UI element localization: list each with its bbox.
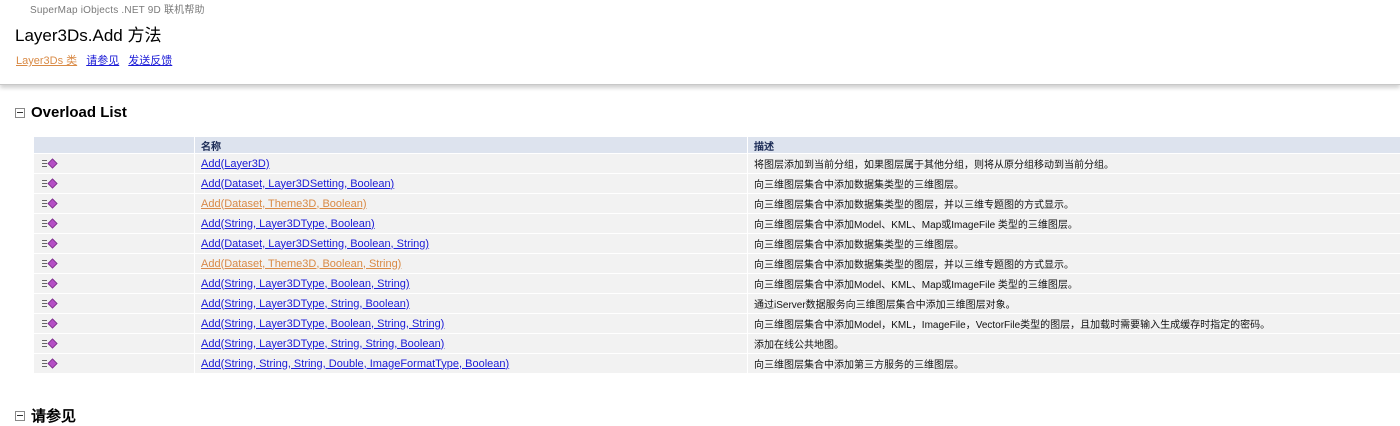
method-link[interactable]: Add(String, Layer3DType, String, String,… [201,338,444,350]
table-row: Add(Dataset, Layer3DSetting, Boolean) 向三维… [34,174,1400,193]
overload-table: 名称 描述 Add(Layer3D) 将图层添加到当前分组，如果图层属于其他分组，… [33,136,1400,374]
method-name-cell: Add(String, Layer3DType, Boolean, String… [195,314,747,333]
table-row: Add(String, Layer3DType, String, Boolean… [34,294,1400,313]
method-name-cell: Add(String, Layer3DType, String, Boolean… [195,294,747,313]
page-header: SuperMap iObjects .NET 9D 联机帮助 Layer3Ds.… [0,0,1400,85]
method-description: 向三维图层集合中添加数据集类型的三维图层。 [748,174,1400,193]
method-description: 向三维图层集合中添加第三方服务的三维图层。 [748,354,1400,373]
method-description: 向三维图层集合中添加数据集类型的图层，并以三维专题图的方式显示。 [748,194,1400,213]
method-link[interactable]: Add(String, String, String, Double, Imag… [201,358,509,370]
table-row: Add(Dataset, Theme3D, Boolean) 向三维图层集合中添加… [34,194,1400,213]
method-link[interactable]: Add(String, Layer3DType, Boolean) [201,218,375,230]
class-link[interactable]: Layer3Ds 类 [16,55,77,67]
method-description: 通过iServer数据服务向三维图层集合中添加三维图层对象。 [748,294,1400,313]
public-method-icon [42,298,58,309]
method-description: 添加在线公共地图。 [748,334,1400,353]
table-row: Add(Dataset, Layer3DSetting, Boolean, St… [34,234,1400,253]
name-column-header: 名称 [195,137,747,153]
collapse-icon[interactable] [15,107,25,118]
icon-column-header [34,137,194,153]
table-row: Add(String, Layer3DType, Boolean, String… [34,314,1400,333]
public-method-icon [42,358,58,369]
row-icon-cell [34,154,194,173]
row-icon-cell [34,194,194,213]
collapse-icon[interactable] [15,410,25,421]
method-link[interactable]: Add(Dataset, Theme3D, Boolean) [201,198,367,210]
method-description: 将图层添加到当前分组，如果图层属于其他分组，则将从原分组移动到当前分组。 [748,154,1400,173]
public-method-icon [42,258,58,269]
table-row: Add(Dataset, Theme3D, Boolean, String) 向三… [34,254,1400,273]
public-method-icon [42,178,58,189]
method-link[interactable]: Add(String, Layer3DType, Boolean, String… [201,278,410,290]
table-row: Add(String, Layer3DType, Boolean, String… [34,274,1400,293]
send-feedback-link[interactable]: 发送反馈 [128,55,172,67]
method-description: 向三维图层集合中添加数据集类型的图层，并以三维专题图的方式显示。 [748,254,1400,273]
overload-section-heading[interactable]: Overload List [15,104,127,121]
public-method-icon [42,198,58,209]
method-link[interactable]: Add(String, Layer3DType, Boolean, String… [201,318,444,330]
method-name-cell: Add(String, Layer3DType, Boolean, String… [195,274,747,293]
row-icon-cell [34,314,194,333]
row-icon-cell [34,174,194,193]
row-icon-cell [34,254,194,273]
method-name-cell: Add(String, Layer3DType, String, String,… [195,334,747,353]
table-row: Add(String, String, String, Double, Imag… [34,354,1400,373]
table-header-row: 名称 描述 [34,137,1400,153]
table-row: Add(String, Layer3DType, Boolean) 向三维图层集合… [34,214,1400,233]
row-icon-cell [34,214,194,233]
method-description: 向三维图层集合中添加Model、KML、Map或ImageFile 类型的三维图… [748,274,1400,293]
table-row: Add(String, Layer3DType, String, String,… [34,334,1400,353]
method-name-cell: Add(Dataset, Theme3D, Boolean, String) [195,254,747,273]
product-name: SuperMap iObjects .NET 9D 联机帮助 [30,5,205,16]
page-title: Layer3Ds.Add 方法 [15,26,162,45]
row-icon-cell [34,274,194,293]
table-row: Add(Layer3D) 将图层添加到当前分组，如果图层属于其他分组，则将从原分组… [34,154,1400,173]
method-description: 向三维图层集合中添加Model、KML、Map或ImageFile 类型的三维图… [748,214,1400,233]
method-name-cell: Add(Dataset, Layer3DSetting, Boolean) [195,174,747,193]
method-link[interactable]: Add(Layer3D) [201,158,269,170]
public-method-icon [42,238,58,249]
method-link[interactable]: Add(Dataset, Layer3DSetting, Boolean) [201,178,394,190]
header-links: Layer3Ds 类 请参见 发送反馈 [16,52,178,68]
method-name-cell: Add(Dataset, Layer3DSetting, Boolean, St… [195,234,747,253]
method-description: 向三维图层集合中添加数据集类型的三维图层。 [748,234,1400,253]
method-name-cell: Add(Layer3D) [195,154,747,173]
method-description: 向三维图层集合中添加Model，KML，ImageFile，VectorFile… [748,314,1400,333]
public-method-icon [42,158,58,169]
public-method-icon [42,338,58,349]
public-method-icon [42,218,58,229]
method-name-cell: Add(String, String, String, Double, Imag… [195,354,747,373]
row-icon-cell [34,234,194,253]
public-method-icon [42,318,58,329]
row-icon-cell [34,334,194,353]
method-link[interactable]: Add(Dataset, Layer3DSetting, Boolean, St… [201,238,429,250]
row-icon-cell [34,354,194,373]
description-column-header: 描述 [748,137,1400,153]
method-link[interactable]: Add(String, Layer3DType, String, Boolean… [201,298,410,310]
method-name-cell: Add(String, Layer3DType, Boolean) [195,214,747,233]
method-name-cell: Add(Dataset, Theme3D, Boolean) [195,194,747,213]
public-method-icon [42,278,58,289]
row-icon-cell [34,294,194,313]
see-also-link[interactable]: 请参见 [86,55,119,67]
method-link[interactable]: Add(Dataset, Theme3D, Boolean, String) [201,258,401,270]
overload-heading-text: Overload List [31,104,127,121]
